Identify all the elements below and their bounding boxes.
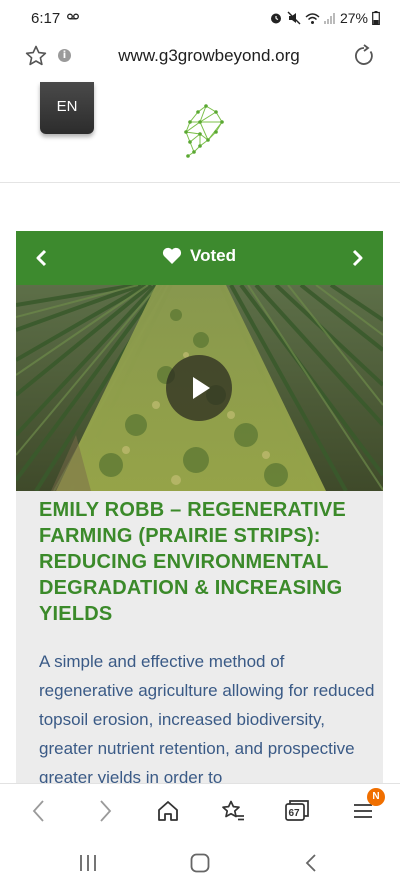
recents-icon[interactable]	[77, 852, 99, 874]
site-header: EN	[0, 82, 400, 183]
mute-icon	[287, 11, 301, 25]
bookmark-star-icon[interactable]	[24, 44, 48, 68]
status-bar: 6:17 27%	[0, 0, 400, 36]
project-title[interactable]: EMILY ROBB – REGENERATIVE FARMING (PRAIR…	[39, 497, 375, 627]
tabs-button[interactable]: 67	[282, 796, 312, 826]
play-button[interactable]	[166, 355, 232, 421]
signal-icon	[323, 13, 335, 24]
system-back-icon[interactable]	[301, 852, 323, 874]
back-button[interactable]	[24, 796, 54, 826]
menu-button[interactable]: N	[348, 788, 385, 826]
reload-icon[interactable]	[352, 44, 376, 68]
site-logo[interactable]	[176, 102, 226, 158]
project-description: A simple and effective method of regener…	[39, 652, 375, 787]
vote-status[interactable]: Voted	[162, 246, 236, 266]
browser-bottom-nav: 67 N	[0, 783, 400, 835]
url-text[interactable]: www.g3growbeyond.org	[100, 46, 318, 66]
vote-label: Voted	[190, 246, 236, 265]
video-thumbnail[interactable]	[16, 285, 383, 491]
alarm-icon	[270, 13, 281, 24]
browser-address-bar: i www.g3growbeyond.org	[0, 36, 400, 82]
back-icon	[32, 800, 44, 822]
bookmarks-icon	[222, 800, 244, 821]
forward-button[interactable]	[90, 796, 120, 826]
voicemail-icon	[67, 13, 79, 20]
project-card: Voted EMILY ROBB – REGENERATIVE FARMING …	[16, 231, 383, 791]
home-button-icon[interactable]	[189, 852, 211, 874]
info-icon[interactable]: i	[58, 49, 71, 62]
play-icon	[193, 377, 210, 399]
system-navigation-bar	[0, 835, 400, 889]
heart-icon	[162, 247, 182, 264]
menu-icon	[354, 804, 372, 818]
status-icons: 27%	[269, 10, 380, 26]
tabs-count: 67	[288, 808, 300, 819]
forward-icon	[100, 800, 112, 822]
home-button[interactable]	[153, 796, 183, 826]
language-button[interactable]: EN	[40, 82, 94, 134]
battery-text: 27%	[339, 10, 368, 26]
battery-icon	[372, 11, 380, 25]
chevron-right-icon[interactable]	[347, 248, 367, 268]
bookmarks-button[interactable]	[218, 796, 248, 826]
vote-bar: Voted	[16, 231, 383, 285]
wifi-icon	[305, 12, 320, 24]
notification-badge: N	[367, 788, 385, 806]
chevron-left-icon[interactable]	[32, 248, 52, 268]
home-icon	[158, 801, 178, 821]
status-time: 6:17	[31, 10, 61, 27]
